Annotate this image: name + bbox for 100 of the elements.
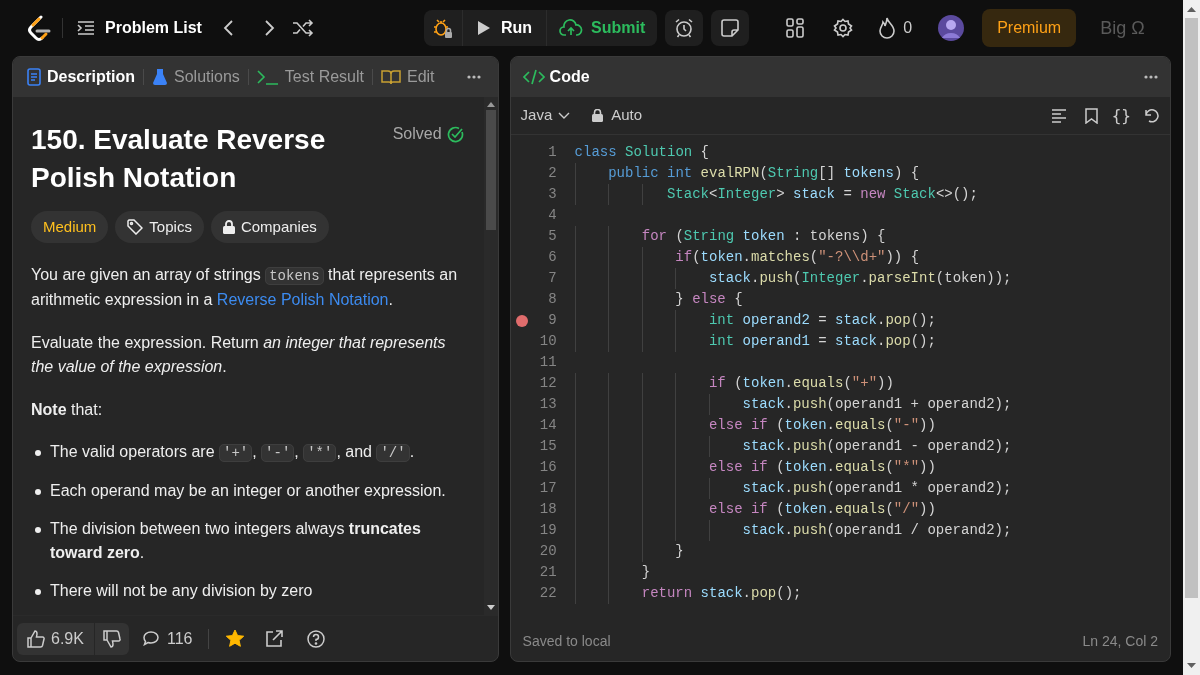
tag-chip[interactable]: Companies <box>210 211 329 243</box>
tab[interactable]: Test Result <box>256 65 364 89</box>
problem-title: 150. Evaluate Reverse Polish Notation <box>31 123 327 195</box>
premium-button[interactable]: Premium <box>982 9 1077 47</box>
list-item-text: Each operand may be an integer or another expression. <box>50 481 446 501</box>
link[interactable]: Reverse Polish Notation <box>216 291 389 308</box>
line-number: 2 <box>547 164 557 183</box>
note-icon <box>721 19 740 37</box>
line-number: 10 <box>538 332 557 351</box>
scrollbar-thumb[interactable] <box>1185 18 1198 598</box>
tab[interactable]: Edit <box>381 65 435 89</box>
line-number: 15 <box>538 437 557 456</box>
shuffle-icon[interactable] <box>291 19 314 37</box>
bullet-icon <box>35 489 41 495</box>
paragraph: Note that: <box>31 400 104 420</box>
code-line: int operand2 = stack.pop(); <box>708 311 936 330</box>
scroll-up-icon[interactable] <box>486 101 495 107</box>
list-icon <box>77 20 95 36</box>
line-number: 12 <box>538 374 557 393</box>
cloud-upload-icon <box>559 19 583 37</box>
save-status: Saved to local <box>522 631 611 651</box>
scroll-up-icon[interactable] <box>1187 6 1196 12</box>
line-number: 22 <box>538 584 557 603</box>
code-line: stack.push(Integer.parseInt(token)); <box>708 269 1012 288</box>
code-title: Code <box>549 67 591 87</box>
problem-list-button[interactable]: Problem List <box>77 16 202 40</box>
scroll-down-icon[interactable] <box>1187 663 1196 669</box>
note-button[interactable] <box>711 10 750 46</box>
tab[interactable]: Description <box>27 65 135 89</box>
share-icon[interactable] <box>265 629 284 648</box>
lock-icon <box>222 220 235 234</box>
solved-status: Solved <box>392 124 442 144</box>
bug-lock-icon <box>432 17 453 39</box>
previous-icon[interactable] <box>221 19 236 37</box>
code-brackets-icon <box>522 69 545 85</box>
alarm-clock-icon <box>674 18 695 38</box>
code-line: stack.push(operand1 * operand2); <box>742 479 1012 498</box>
avatar[interactable] <box>938 15 965 41</box>
line-number: 18 <box>538 500 557 519</box>
code-line: stack.push(operand1 / operand2); <box>742 521 1012 540</box>
tag-chip[interactable]: Topics <box>115 211 204 243</box>
line-number: 16 <box>538 458 557 477</box>
code-line: class Solution { <box>574 143 710 162</box>
scrollbar-thumb[interactable] <box>485 110 496 230</box>
code-line: public int evalRPN(String[] tokens) { <box>608 164 920 183</box>
book-icon <box>381 69 401 85</box>
more-icon[interactable] <box>1144 75 1158 79</box>
align-left-icon[interactable] <box>1050 108 1067 123</box>
list-item-text: The valid operators are '+' , '-' , '*' , and '/' . <box>50 442 415 464</box>
auto-mode-button[interactable]: Auto <box>592 104 643 127</box>
line-number: 9 <box>547 311 557 330</box>
document-icon <box>27 68 41 86</box>
comment-icon <box>142 631 159 646</box>
code-line: } <box>675 542 684 561</box>
more-icon <box>466 75 481 79</box>
tab[interactable]: Solutions <box>152 65 240 89</box>
tag-icon <box>127 219 144 235</box>
brand-text: Big Ω <box>1100 16 1145 40</box>
code-line: stack.push(operand1 + operand2); <box>742 395 1012 414</box>
scroll-down-icon[interactable] <box>486 605 495 611</box>
code-line: else if (token.equals("*")) <box>708 458 936 477</box>
comments-button[interactable]: 116 <box>142 626 193 651</box>
code-line: stack.push(operand1 - operand2); <box>742 437 1012 456</box>
submit-button[interactable]: Submit <box>547 10 658 46</box>
flame-icon[interactable] <box>878 17 897 39</box>
logo-icon[interactable] <box>26 14 52 42</box>
thumbs-down-icon <box>102 629 121 648</box>
paragraph: You are given an array of strings tokens that represents an arithmetic expression in a Reverse Polish Notation. <box>31 265 459 310</box>
code-line: else if (token.equals("/")) <box>708 500 936 519</box>
tag-chip[interactable]: Medium <box>31 211 109 243</box>
bullet-icon <box>35 589 41 595</box>
line-number: 21 <box>538 563 557 582</box>
line-number: 11 <box>538 353 557 372</box>
bookmark-icon[interactable] <box>1084 107 1098 124</box>
flask-icon <box>152 68 168 86</box>
undo-icon[interactable] <box>1143 107 1160 124</box>
bullet-icon <box>35 527 41 533</box>
layout-icon[interactable] <box>786 18 805 38</box>
code-line: int operand1 = stack.pop(); <box>708 332 936 351</box>
line-number: 14 <box>538 416 557 435</box>
code-line: if(token.matches("-?\\d+")) { <box>675 248 920 267</box>
help-icon[interactable] <box>307 629 326 648</box>
breakpoint-icon[interactable] <box>515 314 528 327</box>
line-number: 6 <box>547 248 557 267</box>
lock-icon <box>592 109 604 122</box>
line-number: 8 <box>547 290 557 309</box>
like-button[interactable]: 6.9K <box>17 622 95 655</box>
settings-icon[interactable] <box>833 18 854 38</box>
run-button[interactable]: Run <box>462 10 547 46</box>
format-button[interactable]: {} <box>1111 103 1131 128</box>
line-number: 3 <box>547 185 557 204</box>
code-line: } <box>641 563 651 582</box>
line-number: 1 <box>547 143 557 162</box>
list-item-text: The division between two integers always truncates toward zero. <box>50 519 422 563</box>
alarm-button[interactable] <box>665 10 704 46</box>
language-select[interactable]: Java <box>520 104 571 127</box>
code-line: return stack.pop(); <box>641 584 802 603</box>
check-circle-icon <box>446 125 464 143</box>
code-line: else if (token.equals("-")) <box>708 416 936 435</box>
star-icon[interactable] <box>225 629 246 648</box>
